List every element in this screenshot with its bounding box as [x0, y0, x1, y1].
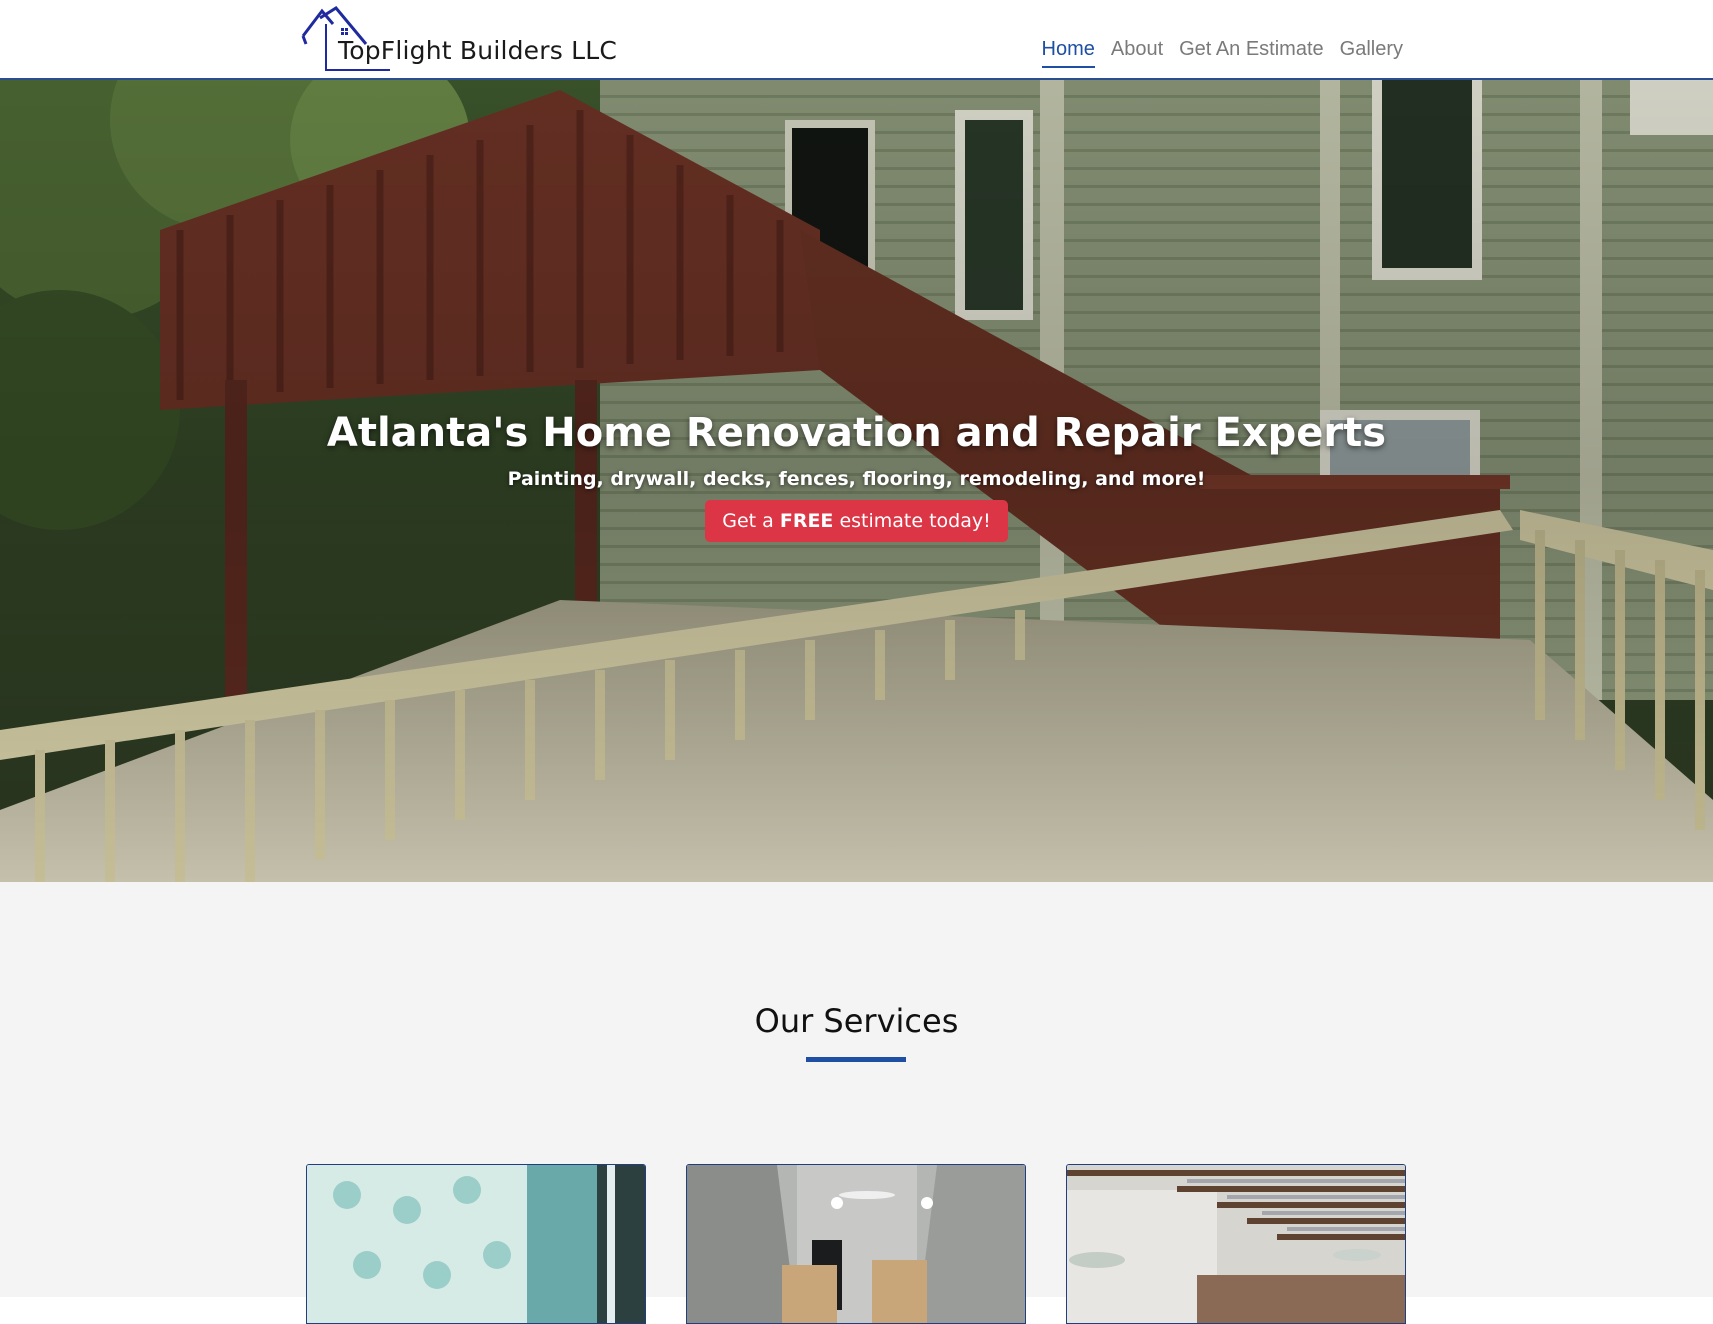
- nav-about[interactable]: About: [1111, 38, 1163, 68]
- hero-subtitle: Painting, drywall, decks, fences, floori…: [507, 468, 1206, 490]
- hero-content: Atlanta's Home Renovation and Repair Exp…: [0, 410, 1713, 542]
- service-card-basement[interactable]: [1066, 1164, 1406, 1324]
- logo-text: TopFlight Builders LLC: [338, 36, 618, 65]
- main-nav: Home About Get An Estimate Gallery: [1041, 38, 1403, 68]
- free-estimate-button[interactable]: Get a FREE estimate today!: [705, 500, 1008, 542]
- services-section: Our Services: [0, 882, 1713, 1324]
- kitchen-photo: [687, 1165, 1025, 1323]
- bathroom-photo: [307, 1165, 645, 1323]
- site-logo[interactable]: TopFlight Builders LLC: [300, 6, 630, 74]
- site-header: TopFlight Builders LLC Home About Get An…: [0, 0, 1713, 80]
- hero-section: Atlanta's Home Renovation and Repair Exp…: [0, 80, 1713, 882]
- nav-gallery[interactable]: Gallery: [1340, 38, 1403, 68]
- hero-title: Atlanta's Home Renovation and Repair Exp…: [326, 410, 1387, 456]
- nav-home[interactable]: Home: [1041, 38, 1095, 68]
- basement-photo: [1067, 1165, 1405, 1323]
- cta-suffix: estimate today!: [833, 510, 991, 532]
- cta-prefix: Get a: [722, 510, 780, 532]
- nav-get-an-estimate[interactable]: Get An Estimate: [1179, 38, 1324, 68]
- service-card-bathroom[interactable]: [306, 1164, 646, 1324]
- services-title-underline: [806, 1057, 906, 1062]
- service-card-kitchen[interactable]: [686, 1164, 1026, 1324]
- services-title: Our Services: [754, 1002, 959, 1040]
- cta-free: FREE: [779, 510, 834, 532]
